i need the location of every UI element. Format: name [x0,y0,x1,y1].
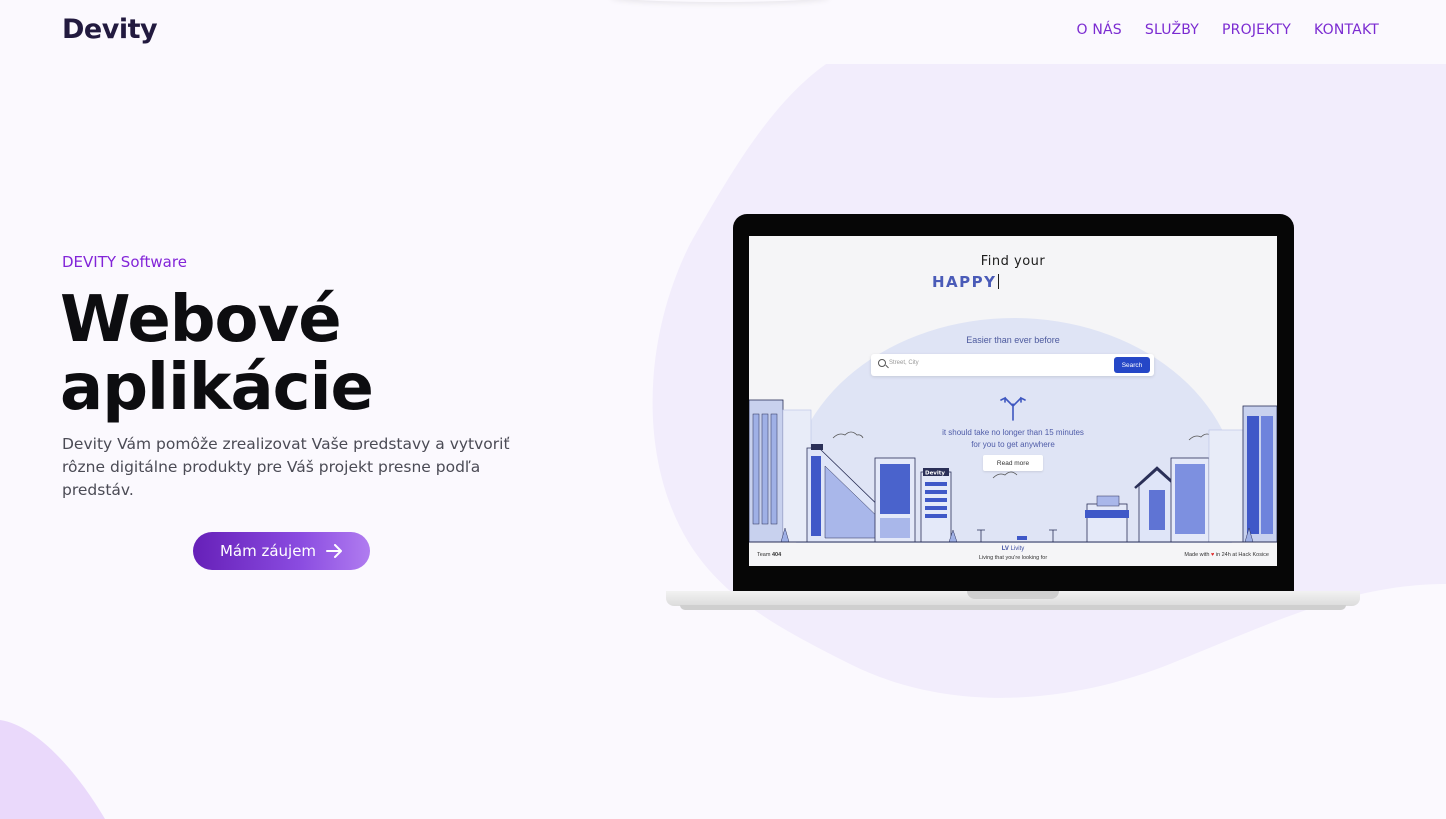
nav-link-o-nas[interactable]: O NÁS [1076,22,1121,38]
arrow-right-icon [326,544,343,558]
made-suffix: in 24h at Hack Kosice [1215,552,1269,558]
corner-blob [0,720,105,819]
main-nav: O NÁS SLUŽBY PROJEKTY KONTAKT [1076,22,1379,38]
hero-headline: Webové aplikácie [60,283,374,425]
nav-link-kontakt[interactable]: KONTAKT [1314,22,1379,38]
headline-line-2: aplikácie [60,351,374,425]
showcase-search-button: Search [1114,357,1150,373]
header-shadow [610,0,830,2]
showcase-footer: Team 404 LV Livity Living that you're lo… [749,543,1277,566]
interest-button[interactable]: Mám záujem [193,532,370,570]
tagline-line-2: for you to get anywhere [971,440,1055,449]
headline-line-1: Webové [60,283,342,357]
showcase-title: Find your [980,254,1046,269]
laptop-base-shadow [680,605,1346,610]
devity-logo[interactable]: Devity [62,14,158,45]
search-icon [878,359,886,367]
nav-link-sluzby[interactable]: SLUŽBY [1145,22,1199,38]
showcase-made-with: Made with ♥ in 24h at Hack Kosice [1184,552,1269,558]
building-sign: Devity [925,471,945,477]
brand-mark: LV [1001,546,1009,552]
hero-eyebrow: DEVITY Software [62,253,187,271]
nav-link-projekty[interactable]: PROJEKTY [1222,22,1291,38]
made-prefix: Made with [1184,552,1210,558]
showcase-typed-word: HAPPY [932,273,999,291]
showcase-tagline: it should take no longer than 15 minutes… [749,427,1277,451]
heart-icon: ♥ [1211,552,1215,558]
showcase-read-more-button: Read more [983,455,1043,471]
laptop-notch [967,591,1059,599]
brand-name: Livity [1010,546,1025,552]
interest-button-label: Mám záujem [219,542,317,560]
laptop-screen: Find your HAPPY Easier than ever before … [749,236,1277,566]
typed-word-text: HAPPY [932,273,997,291]
tagline-line-1: it should take no longer than 15 minutes [942,428,1084,437]
showcase-search-bar: Street, City Search [871,354,1154,376]
showcase-search-placeholder: Street, City [889,360,919,366]
showcase-subtitle: Easier than ever before [966,335,1060,345]
hero-description: Devity Vám pomôže zrealizovat Vaše preds… [62,435,510,499]
text-cursor [997,274,999,289]
